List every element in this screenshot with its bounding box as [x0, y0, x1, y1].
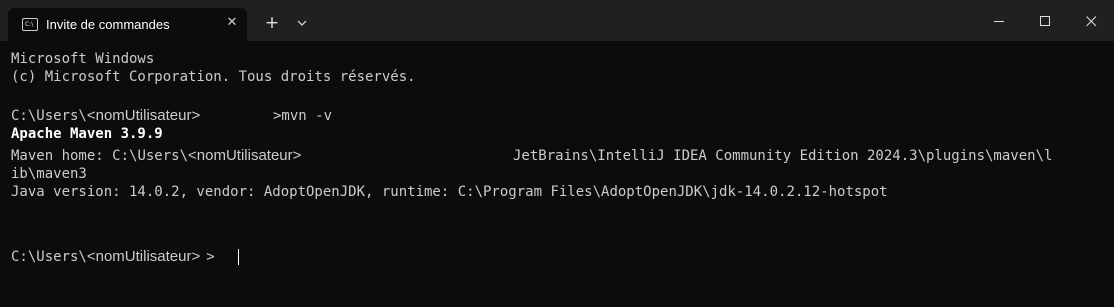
- maximize-button[interactable]: [1022, 0, 1068, 41]
- chevron-down-icon[interactable]: [292, 13, 312, 33]
- prompt-path: C:\Users\: [11, 108, 87, 124]
- maven-home-line-2: ib\maven3: [11, 166, 87, 182]
- header-line-1: Microsoft Windows: [11, 51, 155, 67]
- title-bar: C:\ Invite de commandes ✕ +: [0, 0, 1114, 41]
- maven-home-path-rest: JetBrains\IntelliJ IDEA Community Editio…: [513, 148, 1053, 164]
- prompt-user: <nomUtilisateur>: [86, 107, 201, 124]
- text-cursor: [238, 249, 239, 265]
- tab-title: Invite de commandes: [46, 17, 170, 32]
- maven-home-line: Maven home: C:\Users\<nomUtilisateur>: [11, 147, 301, 165]
- maven-version: Apache Maven 3.9.9: [11, 126, 163, 142]
- cmd-icon: C:\: [22, 18, 38, 31]
- header-line-2: (c) Microsoft Corporation. Tous droits r…: [11, 69, 416, 85]
- tab-command-prompt[interactable]: C:\ Invite de commandes ✕: [8, 8, 247, 41]
- prompt-line-1: C:\Users\<nomUtilisateur>: [11, 107, 200, 125]
- terminal-output[interactable]: Microsoft Windows (c) Microsoft Corporat…: [0, 41, 1114, 307]
- new-tab-button[interactable]: +: [262, 13, 282, 33]
- close-window-button[interactable]: [1068, 0, 1114, 41]
- maven-home-user: <nomUtilisateur>: [188, 147, 302, 164]
- java-version-line: Java version: 14.0.2, vendor: AdoptOpenJ…: [11, 184, 888, 200]
- minimize-button[interactable]: [976, 0, 1022, 41]
- maven-home-label: Maven home:: [11, 148, 113, 164]
- prompt-path-2: C:\Users\: [11, 249, 87, 265]
- close-tab-icon[interactable]: ✕: [224, 15, 240, 31]
- maven-home-path-part: C:\Users\: [112, 148, 189, 164]
- prompt-line-2: C:\Users\<nomUtilisateur> >: [11, 248, 215, 266]
- prompt-user-2: <nomUtilisateur>: [86, 248, 201, 265]
- command-text: >mvn -v: [273, 108, 333, 124]
- prompt-gt: >: [206, 249, 215, 265]
